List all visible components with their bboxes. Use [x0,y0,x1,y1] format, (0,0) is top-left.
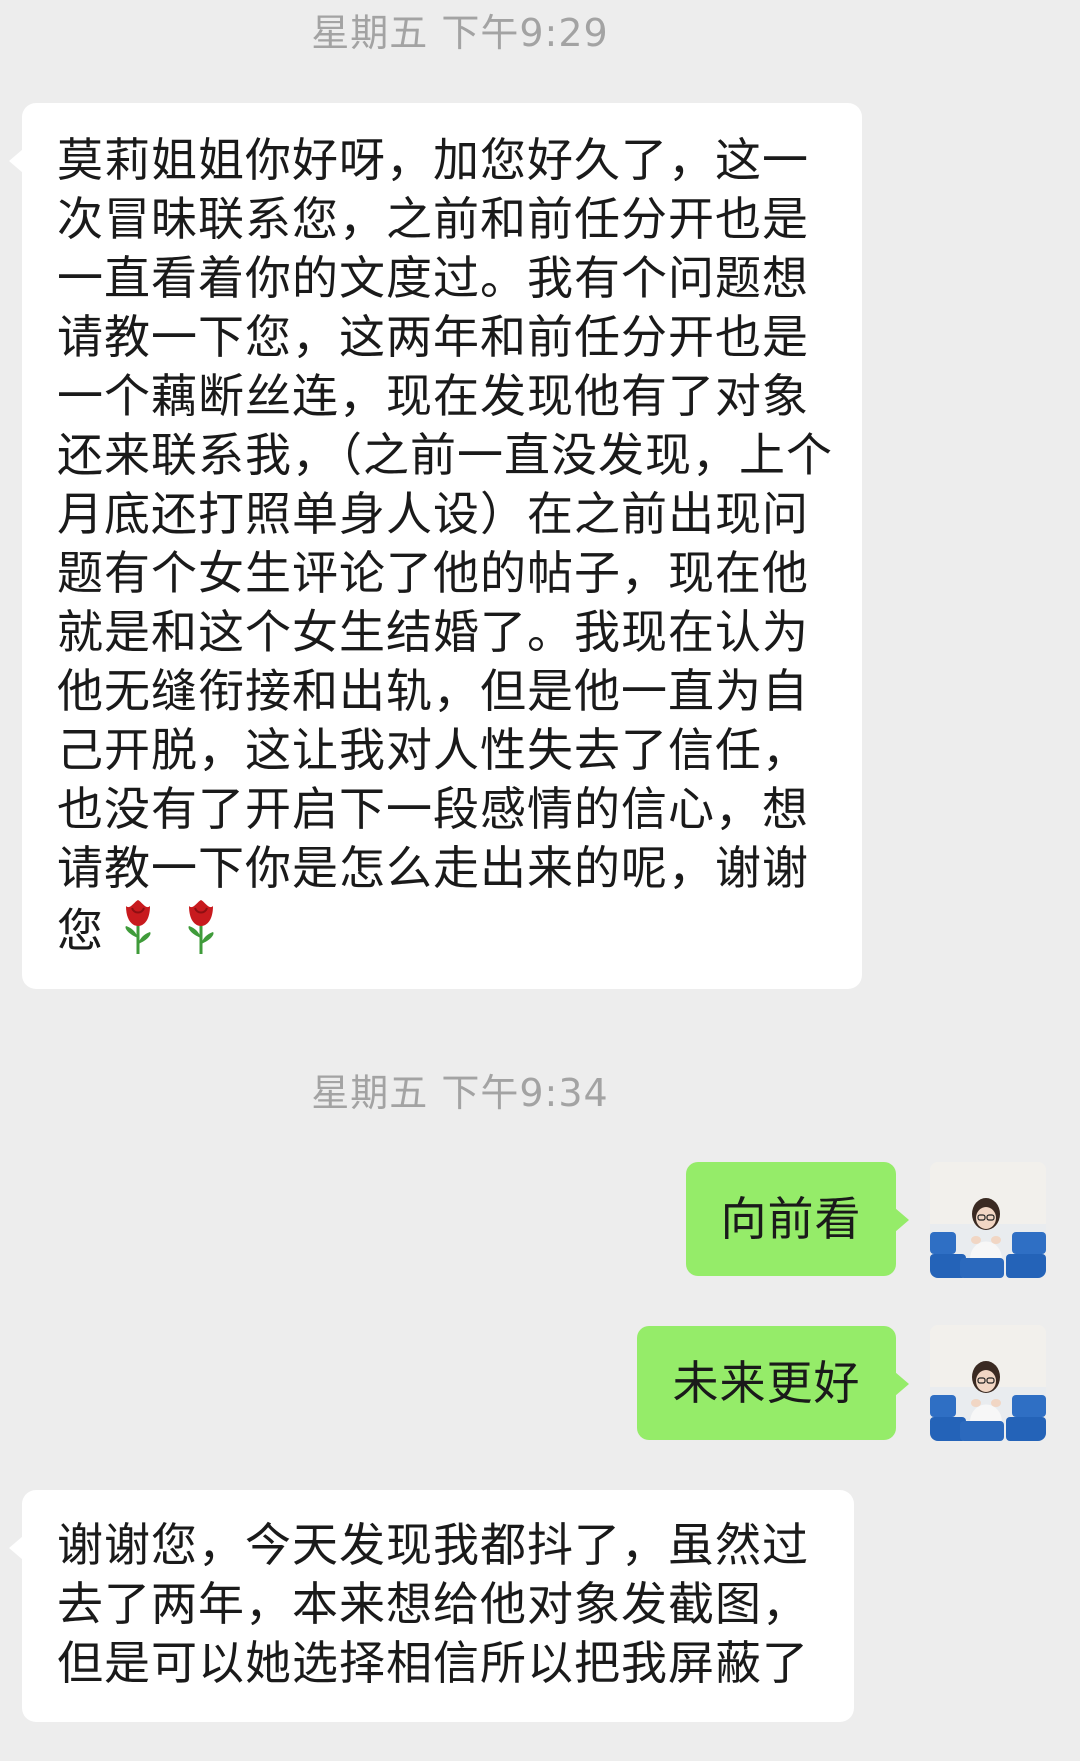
outgoing-message-bubble[interactable]: 向前看 [686,1162,909,1276]
rose-icon [120,898,156,970]
avatar[interactable] [930,1162,1046,1278]
user-avatar-icon [930,1325,1046,1441]
chat-window[interactable]: 星期五 下午9:29 莫莉姐姐你好呀，加您好久了，这一 次冒昧联系您，之前和前任… [0,0,1080,1761]
timestamp: 星期五 下午9:29 [311,11,609,55]
message-text: 向前看 [720,1192,862,1246]
message-text: 谢谢您，今天发现我都抖了，虽然过 去了两年，本来想给他对象发截图， 但是可以她选… [57,1518,809,1690]
message-text: 未来更好 [672,1356,861,1410]
timestamp: 星期五 下午9:34 [311,1071,609,1115]
incoming-message-bubble[interactable]: 谢谢您，今天发现我都抖了，虽然过 去了两年，本来想给他对象发截图， 但是可以她选… [9,1490,854,1722]
outgoing-message-bubble[interactable]: 未来更好 [637,1326,909,1440]
rose-icon [183,898,219,970]
user-avatar-icon [930,1162,1046,1278]
avatar[interactable] [930,1325,1046,1441]
message-text: 莫莉姐姐你好呀，加您好久了，这一 次冒昧联系您，之前和前任分开也是 一直看着你的… [57,133,833,958]
incoming-message-bubble[interactable]: 莫莉姐姐你好呀，加您好久了，这一 次冒昧联系您，之前和前任分开也是 一直看着你的… [9,103,862,989]
